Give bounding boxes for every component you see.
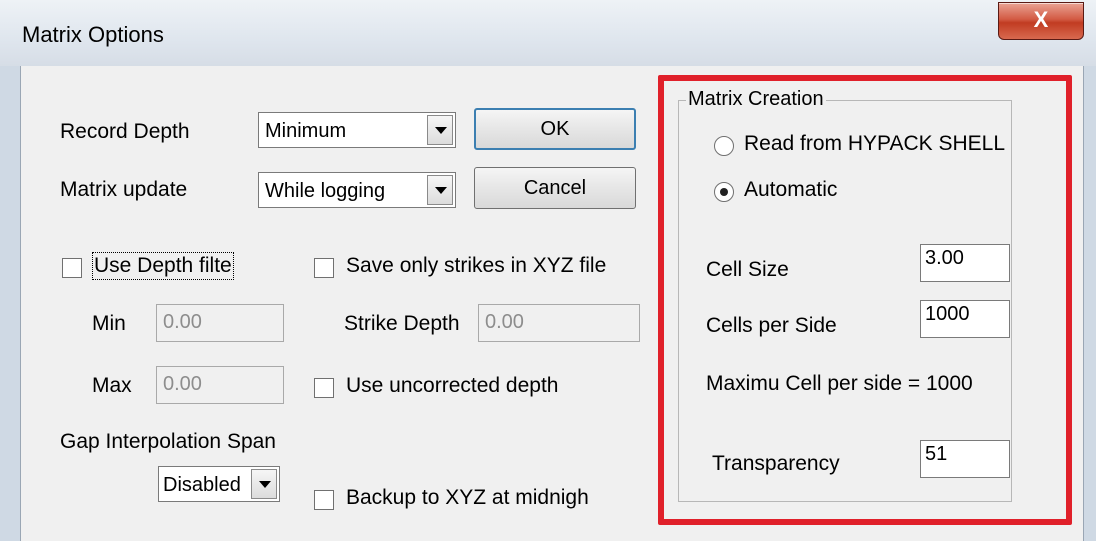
backup-label: Backup to XYZ at midnigh [346, 486, 589, 509]
backup-checkbox[interactable] [314, 490, 334, 510]
cancel-button[interactable]: Cancel [474, 167, 636, 209]
record-depth-value: Minimum [265, 120, 347, 142]
use-depth-filter-label[interactable]: Use Depth filte [92, 252, 234, 280]
strike-depth-field[interactable]: 0.00 [478, 304, 640, 342]
matrix-update-label: Matrix update [60, 178, 188, 201]
use-uncorrected-checkbox[interactable] [314, 378, 334, 398]
use-uncorrected-label: Use uncorrected depth [346, 374, 559, 397]
gap-interpolation-select[interactable]: Disabled [158, 466, 280, 502]
record-depth-label: Record Depth [60, 120, 190, 143]
chevron-down-icon[interactable] [251, 469, 277, 499]
strike-depth-value: 0.00 [485, 311, 524, 333]
save-strikes-label: Save only strikes in XYZ file [346, 254, 607, 277]
close-icon: X [1033, 7, 1049, 32]
min-field[interactable]: 0.00 [156, 304, 284, 342]
chevron-down-icon[interactable] [427, 115, 453, 145]
max-value: 0.00 [163, 373, 202, 395]
close-button[interactable]: X [998, 2, 1084, 40]
strike-depth-label: Strike Depth [344, 312, 460, 335]
chevron-down-icon[interactable] [427, 175, 453, 205]
min-value: 0.00 [163, 311, 202, 333]
max-field[interactable]: 0.00 [156, 366, 284, 404]
matrix-update-select[interactable]: While logging [258, 172, 456, 208]
highlight-frame [658, 75, 1072, 525]
use-depth-filter-checkbox[interactable] [62, 258, 82, 278]
window-title: Matrix Options [22, 22, 164, 47]
ok-button[interactable]: OK [474, 108, 636, 150]
gap-interpolation-label: Gap Interpolation Span [60, 430, 276, 453]
gap-interpolation-value: Disabled [163, 474, 241, 496]
max-label: Max [92, 374, 132, 397]
min-label: Min [92, 312, 126, 335]
save-strikes-checkbox[interactable] [314, 258, 334, 278]
title-bar[interactable]: Matrix Options X [0, 0, 1096, 66]
matrix-update-value: While logging [265, 180, 386, 202]
record-depth-select[interactable]: Minimum [258, 112, 456, 148]
